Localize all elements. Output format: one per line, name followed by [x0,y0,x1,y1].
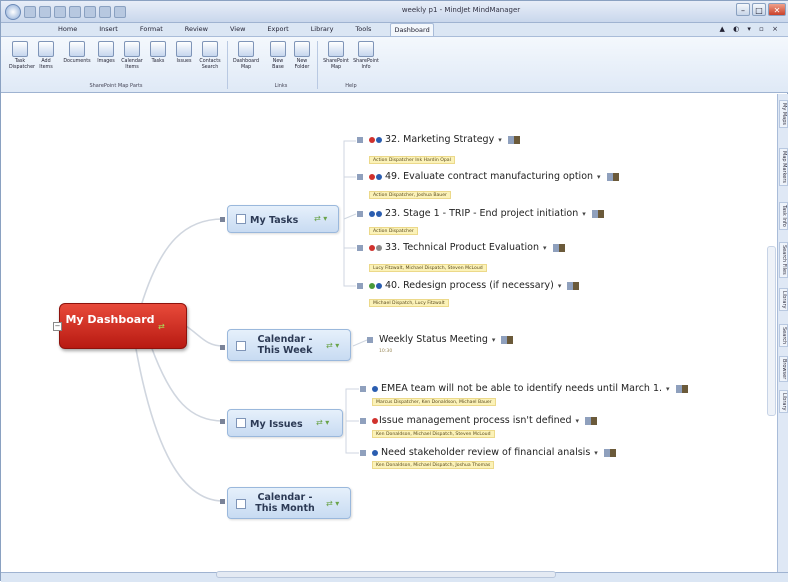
branch-dot [220,499,225,504]
meeting-icon [367,336,373,343]
dropdown-icon[interactable]: ▾ [576,417,580,425]
task-icon [357,244,363,251]
link-icon: ⇄ ▾ [316,418,330,427]
status-icon [372,449,378,456]
link-icon: ⇄ [158,322,165,331]
link-icon: ⇄ ▾ [326,499,340,508]
link-icon: ⇄ ▾ [314,214,328,223]
task-note: Lucy Fitzwalt, Michael Dispatch, Steven … [369,264,487,272]
dropdown-icon[interactable]: ▾ [597,173,601,181]
resource-icon [603,448,616,457]
task-icon [357,173,363,180]
resource-icon [675,384,688,393]
branch-calendar-this-week[interactable]: Calendar - This Week ⇄ ▾ [227,329,351,361]
dropdown-icon[interactable]: ▾ [666,385,670,393]
task-note: Action Dispatcher, Joshua Bauer [369,191,451,199]
dropdown-icon[interactable]: ▾ [594,449,598,457]
list-item[interactable]: Need stakeholder review of financial ana… [360,447,616,461]
issue-note: Ken Donaldson, Michael Dispatch, Steven … [372,430,495,438]
pane-tab[interactable]: Library [779,390,788,414]
calendar-icon [236,341,246,351]
resource-icon [585,416,598,425]
branch-dot [220,419,225,424]
priority-icon [369,210,375,217]
dropdown-icon[interactable]: ▾ [498,136,502,144]
calendar-icon [236,499,246,509]
issue-icon [360,449,366,456]
branch-my-tasks[interactable]: My Tasks ⇄ ▾ [227,205,339,233]
resource-icon [591,209,604,218]
task-note: Action Dispatcher Ink Hardin Opal [369,156,455,164]
pane-tab[interactable]: Search Files [779,242,788,278]
branch-calendar-this-month[interactable]: Calendar - This Month ⇄ ▾ [227,487,351,519]
branch-label: Calendar - This Week [257,334,313,356]
issue-note: Ken Donaldson, Michael Dispatch, Joshua … [372,461,495,469]
list-item[interactable]: 23. Stage 1 - TRIP - End project initiat… [357,208,604,222]
progress-icon [376,210,382,217]
dropdown-icon[interactable]: ▾ [582,210,586,218]
meeting-time: 10:30 [379,349,393,354]
branch-label: My Tasks [250,215,299,226]
task-icon [357,210,363,217]
vertical-scrollbar[interactable] [767,246,776,416]
resource-icon [567,281,580,290]
pane-tab[interactable]: Map Markers [779,148,788,187]
dropdown-icon[interactable]: ▾ [558,282,562,290]
pane-tab[interactable]: My Maps [779,100,788,129]
progress-icon [376,173,382,180]
list-item[interactable]: 33. Technical Product Evaluation ▾ [357,242,565,256]
progress-icon [376,282,382,289]
progress-icon [376,136,382,143]
connector-my-issues [150,345,224,422]
resource-icon [606,172,619,181]
central-topic[interactable]: − My Dashboard ⇄ [53,303,187,349]
central-topic-label: My Dashboard [65,313,155,326]
priority-icon [369,136,375,143]
application-window: weekly p1 - MindJet MindManager – □ ✕ Ho… [0,0,788,582]
dropdown-icon[interactable]: ▾ [543,244,547,252]
connector-my-tasks [140,218,224,307]
pane-tab[interactable]: Library [779,288,788,312]
list-item[interactable]: 49. Evaluate contract manufacturing opti… [357,171,619,185]
task-list-icon [236,214,246,224]
dropdown-icon[interactable]: ▾ [492,336,496,344]
issue-icon [360,417,366,424]
issue-note: Marcus Dispatcher, Ken Donaldson, Michae… [372,398,496,406]
status-icon [372,385,378,392]
horizontal-scrollbar[interactable] [216,571,556,578]
task-pane-tabs: My Maps Map Markers Task Info Search Fil… [777,94,788,572]
task-note: Michael Dispatch, Lucy Fitzwalt [369,299,449,307]
pane-tab[interactable]: Search [779,324,788,348]
priority-icon [369,282,375,289]
resource-icon [507,135,520,144]
branch-dot [220,217,225,222]
progress-icon [376,244,382,251]
branch-dot [220,345,225,350]
task-icon [357,282,363,289]
connector-calendar-month [135,348,224,502]
pane-tab[interactable]: Browser [779,356,788,383]
pane-tab[interactable]: Task Info [779,202,788,230]
branch-my-issues[interactable]: My Issues ⇄ ▾ [227,409,343,437]
priority-icon [369,244,375,251]
branch-label: My Issues [250,419,303,430]
list-item[interactable]: Weekly Status Meeting ▾ [367,334,514,348]
connector-calendar-week [185,325,224,347]
link-icon: ⇄ ▾ [326,341,340,350]
issues-icon [236,418,246,428]
issue-icon [360,385,366,392]
list-item[interactable]: EMEA team will not be able to identify n… [360,383,688,397]
resource-icon [501,335,514,344]
priority-icon [369,173,375,180]
resource-icon [552,243,565,252]
task-note: Action Dispatcher [369,227,418,235]
status-icon [372,417,378,424]
list-item[interactable]: 32. Marketing Strategy ▾ [357,134,520,148]
list-item[interactable]: Issue management process isn't defined ▾ [360,415,598,429]
list-item[interactable]: 40. Redesign process (if necessary) ▾ [357,280,580,294]
task-icon [357,136,363,143]
branch-label: Calendar - This Month [255,492,315,514]
